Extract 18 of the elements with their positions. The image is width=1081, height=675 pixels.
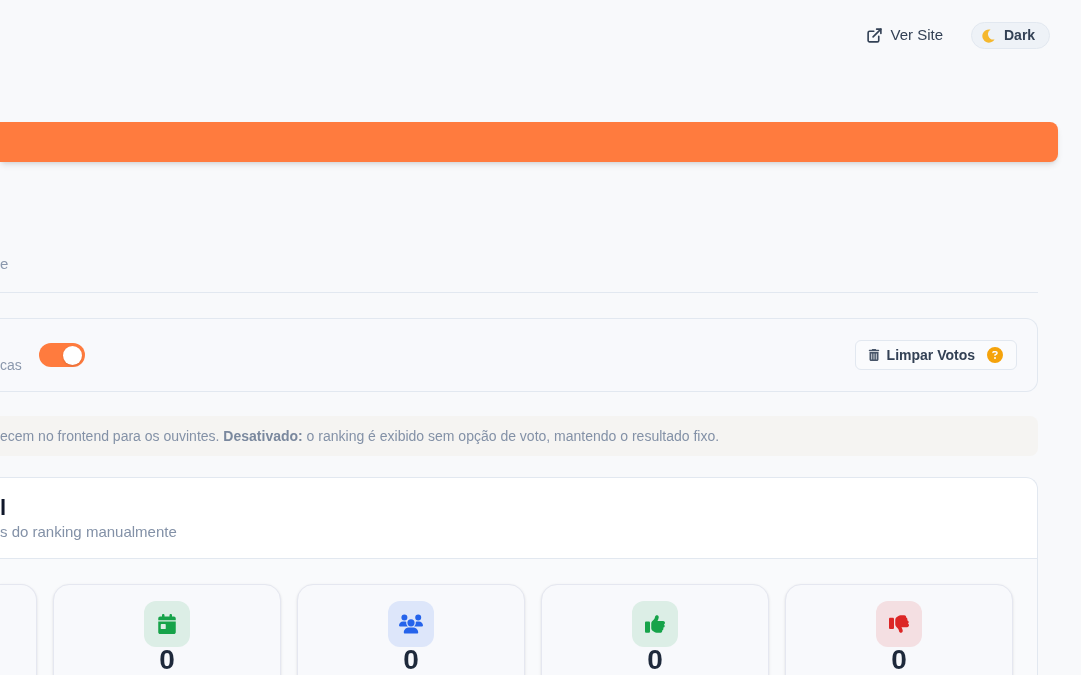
stat-value: 0 xyxy=(647,647,663,673)
site-link[interactable]: Ver Site xyxy=(866,24,943,47)
toggle-label: cas xyxy=(0,356,22,375)
info-text: ecem no frontend para os ouvintes. Desativado: o ranking é exibido sem opção de voto, mantendo o resultado fixo. xyxy=(0,427,720,446)
clear-votes-button[interactable]: Limpar Votos xyxy=(854,340,1017,370)
stat-value: 0 xyxy=(891,647,907,673)
stat-value: 0 xyxy=(403,647,419,673)
trash-icon xyxy=(867,349,880,361)
help-icon xyxy=(987,347,1003,363)
theme-button[interactable]: Dark xyxy=(971,22,1050,49)
stat-value: 0 xyxy=(159,647,175,673)
panel-subtitle: s do ranking manualmente xyxy=(0,522,177,542)
external-link-icon xyxy=(866,27,884,44)
panel-title: l xyxy=(0,494,7,522)
voting-toggle[interactable] xyxy=(38,343,85,367)
moon-icon xyxy=(982,28,995,43)
page-subtitle: e xyxy=(0,254,9,274)
toggle-thumb xyxy=(62,345,82,365)
